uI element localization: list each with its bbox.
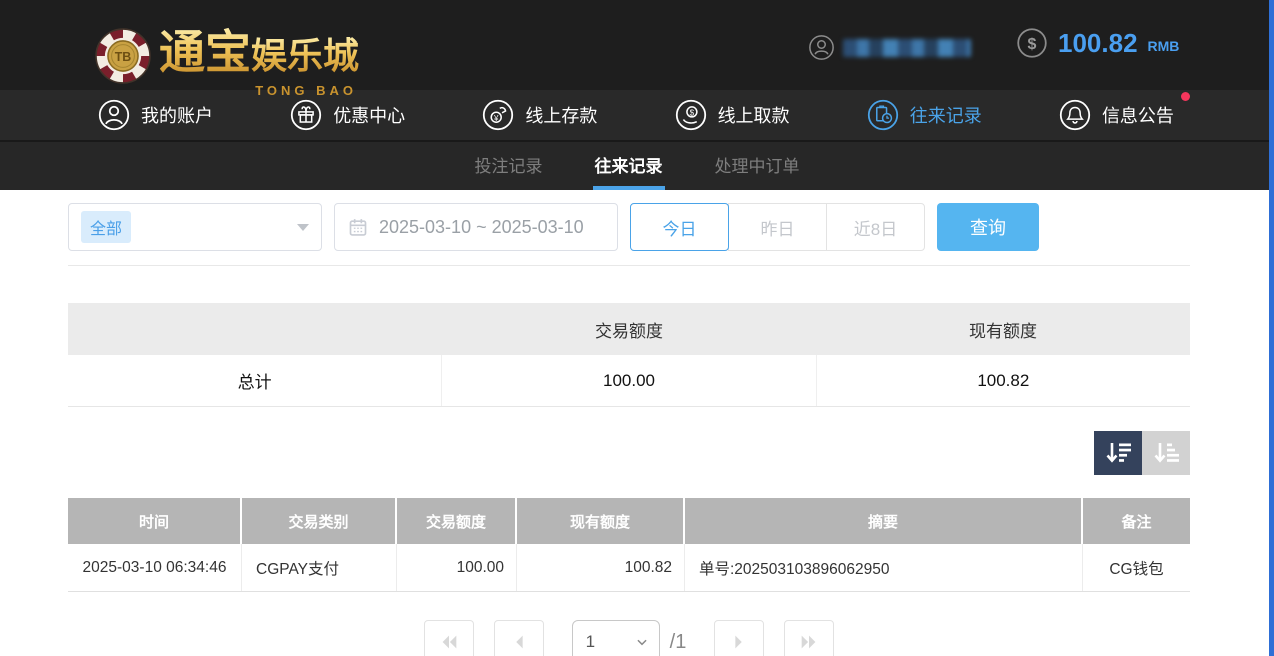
page-select[interactable]: 1 — [572, 620, 660, 656]
sort-descending-icon — [1104, 440, 1132, 466]
total-pages-label: /1 — [670, 620, 687, 656]
notification-badge — [1181, 92, 1190, 101]
last-page-button[interactable] — [784, 620, 834, 656]
current-page: 1 — [586, 632, 595, 652]
pagination: 1 /1 — [68, 620, 1190, 656]
right-arrow-icon — [728, 631, 750, 653]
date-range-picker[interactable]: 2025-03-10 ~ 2025-03-10 — [334, 203, 618, 251]
nav-label: 往来记录 — [910, 102, 982, 128]
type-select[interactable]: 全部 — [68, 203, 322, 251]
last-8-days-button[interactable]: 近8日 — [826, 203, 925, 251]
next-page-button[interactable] — [714, 620, 764, 656]
summary-balance-value: 100.82 — [816, 355, 1190, 406]
svg-text:¥: ¥ — [493, 114, 499, 123]
search-button[interactable]: 查询 — [937, 203, 1039, 251]
cell-amount: 100.00 — [397, 544, 517, 591]
col-header-summary: 摘要 — [685, 498, 1083, 544]
nav-label: 线上取款 — [718, 102, 790, 128]
svg-text:$: $ — [689, 108, 694, 117]
bell-icon — [1059, 99, 1091, 131]
cell-remark: CG钱包 — [1083, 544, 1190, 591]
sort-descending-button[interactable] — [1094, 431, 1142, 475]
nav-label: 线上存款 — [525, 102, 597, 128]
type-select-value: 全部 — [81, 211, 131, 243]
records-icon — [867, 99, 899, 131]
cell-type: CGPAY支付 — [242, 544, 397, 591]
nav-item-deposit[interactable]: ¥ 线上存款 — [482, 99, 597, 131]
col-header-type: 交易类别 — [242, 498, 397, 544]
logo-title-rest: 娱乐城 — [251, 35, 359, 76]
logo-title-main: 通宝 — [159, 26, 251, 78]
site-logo[interactable]: TB 通宝娱乐城 TONG BAO — [95, 16, 359, 96]
sort-ascending-icon — [1152, 440, 1180, 466]
yesterday-button[interactable]: 昨日 — [728, 203, 827, 251]
sort-ascending-button[interactable] — [1142, 431, 1190, 475]
left-arrow-icon — [508, 631, 530, 653]
first-page-button[interactable] — [424, 620, 474, 656]
summary-total-row: 总计 100.00 100.82 — [68, 355, 1190, 407]
calendar-icon — [348, 217, 368, 237]
main-content: 全部 2025-03-10 ~ 2025-03-10 今日 昨日 近8日 查询 … — [68, 203, 1190, 656]
nav-label: 信息公告 — [1102, 102, 1174, 128]
user-icon — [98, 99, 130, 131]
table-row: 2025-03-10 06:34:46 CGPAY支付 100.00 100.8… — [68, 544, 1190, 592]
dollar-coin-icon: $ — [1016, 27, 1048, 59]
main-navigation: 我的账户 优惠中心 ¥ 线上存款 $ 线上取款 — [0, 90, 1274, 140]
nav-label: 我的账户 — [141, 102, 213, 128]
double-left-arrow-icon — [438, 631, 460, 653]
summary-total-label: 总计 — [68, 355, 441, 406]
records-table-header: 时间 交易类别 交易额度 现有额度 摘要 备注 — [68, 498, 1190, 544]
logo-text: 通宝娱乐城 TONG BAO — [159, 16, 359, 96]
col-header-amount: 交易额度 — [397, 498, 517, 544]
summary-header-transaction: 交易额度 — [442, 317, 816, 342]
svg-text:TB: TB — [115, 50, 132, 64]
svg-text:$: $ — [1028, 36, 1037, 53]
sub-tab-bar: 投注记录 往来记录 处理中订单 — [0, 140, 1274, 190]
nav-item-withdraw[interactable]: $ 线上取款 — [675, 99, 790, 131]
col-header-balance: 现有额度 — [517, 498, 685, 544]
section-divider — [68, 265, 1190, 266]
previous-page-button[interactable] — [494, 620, 544, 656]
nav-item-announcements[interactable]: 信息公告 — [1059, 99, 1174, 131]
user-avatar-icon — [808, 34, 835, 61]
summary-header-balance: 现有额度 — [816, 317, 1190, 342]
col-header-remark: 备注 — [1083, 498, 1190, 544]
tab-transaction-records[interactable]: 往来记录 — [593, 142, 665, 190]
chevron-down-icon — [635, 635, 649, 649]
balance-display[interactable]: $ 100.82 RMB — [1016, 27, 1179, 59]
tab-processing-orders[interactable]: 处理中订单 — [713, 142, 802, 190]
nav-item-promotions[interactable]: 优惠中心 — [290, 99, 405, 131]
double-right-arrow-icon — [798, 631, 820, 653]
chevron-down-icon — [297, 224, 309, 231]
cell-time: 2025-03-10 06:34:46 — [68, 544, 242, 591]
cell-summary: 单号:202503103896062950 — [685, 544, 1083, 591]
records-table: 时间 交易类别 交易额度 现有额度 摘要 备注 2025-03-10 06:34… — [68, 498, 1190, 592]
deposit-icon: ¥ — [482, 99, 514, 131]
col-header-time: 时间 — [68, 498, 242, 544]
balance-amount: 100.82 — [1058, 28, 1138, 59]
user-account[interactable] — [808, 34, 971, 61]
nav-item-my-account[interactable]: 我的账户 — [98, 99, 213, 131]
gift-icon — [290, 99, 322, 131]
summary-table: 交易额度 现有额度 总计 100.00 100.82 — [68, 303, 1190, 407]
date-range-value: 2025-03-10 ~ 2025-03-10 — [379, 217, 584, 238]
tab-betting-records[interactable]: 投注记录 — [473, 142, 545, 190]
today-button[interactable]: 今日 — [630, 203, 729, 251]
summary-table-header: 交易额度 现有额度 — [68, 303, 1190, 355]
balance-currency: RMB — [1148, 32, 1180, 54]
nav-label: 优惠中心 — [333, 102, 405, 128]
username-blurred — [843, 39, 971, 57]
summary-transaction-value: 100.00 — [441, 355, 815, 406]
logo-subtitle: TONG BAO — [255, 83, 357, 98]
withdraw-icon: $ — [675, 99, 707, 131]
casino-chip-icon: TB — [95, 28, 151, 84]
sort-controls — [68, 431, 1190, 475]
nav-item-transaction-records[interactable]: 往来记录 — [867, 99, 982, 131]
scrollbar[interactable] — [1269, 0, 1274, 656]
top-header: TB 通宝娱乐城 TONG BAO $ 100.82 RMB — [0, 0, 1274, 90]
cell-balance: 100.82 — [517, 544, 685, 591]
quick-date-buttons: 今日 昨日 近8日 — [630, 203, 925, 251]
filter-row: 全部 2025-03-10 ~ 2025-03-10 今日 昨日 近8日 查询 — [68, 203, 1190, 251]
